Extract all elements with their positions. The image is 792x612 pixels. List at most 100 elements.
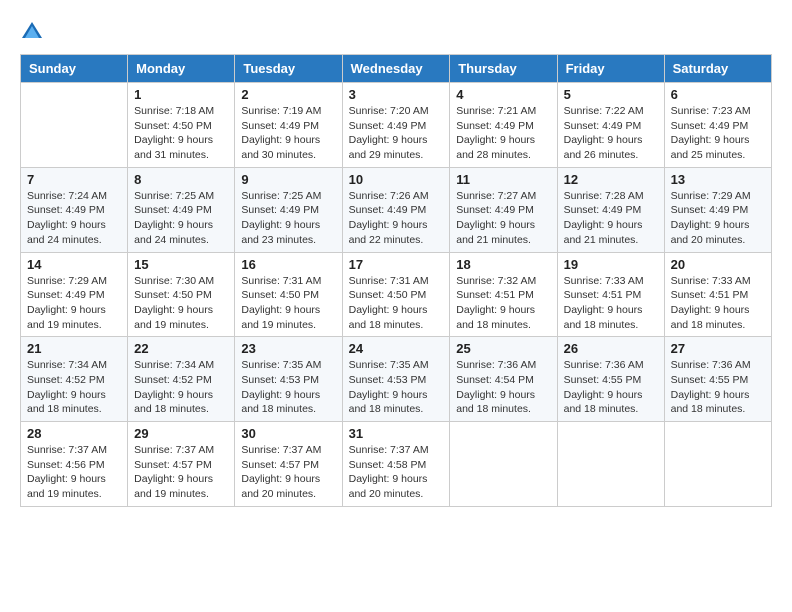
calendar-cell: 30Sunrise: 7:37 AMSunset: 4:57 PMDayligh… xyxy=(235,422,342,507)
day-info: Sunrise: 7:26 AMSunset: 4:49 PMDaylight:… xyxy=(349,189,444,248)
calendar-cell: 12 Sunrise: 7:28 AMSunset: 4:49 PMDayligh… xyxy=(557,167,664,252)
day-number: 15 xyxy=(134,257,228,272)
calendar-header-row: SundayMondayTuesdayWednesdayThursdayFrid… xyxy=(21,55,772,83)
day-number: 22 xyxy=(134,341,228,356)
day-number: 27 xyxy=(671,341,765,356)
calendar-cell: 24 Sunrise: 7:35 AMSunset: 4:53 PMDayligh… xyxy=(342,337,450,422)
calendar-cell: 13 Sunrise: 7:29 AMSunset: 4:49 PMDayligh… xyxy=(664,167,771,252)
day-info: Sunrise: 7:37 AMSunset: 4:56 PMDaylight:… xyxy=(27,443,121,502)
day-number: 13 xyxy=(671,172,765,187)
day-info: Sunrise: 7:33 AMSunset: 4:51 PMDaylight:… xyxy=(671,274,765,333)
calendar-cell: 20 Sunrise: 7:33 AMSunset: 4:51 PMDayligh… xyxy=(664,252,771,337)
calendar-cell xyxy=(557,422,664,507)
day-info: Sunrise: 7:33 AMSunset: 4:51 PMDaylight:… xyxy=(564,274,658,333)
calendar-week-row: 21Sunrise: 7:34 AMSunset: 4:52 PMDayligh… xyxy=(21,337,772,422)
day-number: 28 xyxy=(27,426,121,441)
day-info: Sunrise: 7:27 AMSunset: 4:49 PMDaylight:… xyxy=(456,189,550,248)
calendar-cell: 16 Sunrise: 7:31 AMSunset: 4:50 PMDayligh… xyxy=(235,252,342,337)
weekday-header-tuesday: Tuesday xyxy=(235,55,342,83)
calendar-cell: 26 Sunrise: 7:36 AMSunset: 4:55 PMDayligh… xyxy=(557,337,664,422)
day-info: Sunrise: 7:34 AMSunset: 4:52 PMDaylight:… xyxy=(134,358,228,417)
logo-icon xyxy=(20,20,44,44)
calendar-cell: 8 Sunrise: 7:25 AMSunset: 4:49 PMDaylight… xyxy=(128,167,235,252)
calendar-cell: 15Sunrise: 7:30 AMSunset: 4:50 PMDayligh… xyxy=(128,252,235,337)
logo xyxy=(20,20,48,44)
day-info: Sunrise: 7:37 AMSunset: 4:57 PMDaylight:… xyxy=(134,443,228,502)
day-info: Sunrise: 7:31 AMSunset: 4:50 PMDaylight:… xyxy=(349,274,444,333)
day-number: 11 xyxy=(456,172,550,187)
day-info: Sunrise: 7:35 AMSunset: 4:53 PMDaylight:… xyxy=(241,358,335,417)
calendar-cell xyxy=(664,422,771,507)
calendar-cell: 19 Sunrise: 7:33 AMSunset: 4:51 PMDayligh… xyxy=(557,252,664,337)
day-info: Sunrise: 7:19 AMSunset: 4:49 PMDaylight:… xyxy=(241,104,335,163)
day-info: Sunrise: 7:29 AMSunset: 4:49 PMDaylight:… xyxy=(671,189,765,248)
day-number: 12 xyxy=(564,172,658,187)
calendar-cell: 18 Sunrise: 7:32 AMSunset: 4:51 PMDayligh… xyxy=(450,252,557,337)
calendar-cell: 31 Sunrise: 7:37 AMSunset: 4:58 PMDayligh… xyxy=(342,422,450,507)
day-info: Sunrise: 7:21 AMSunset: 4:49 PMDaylight:… xyxy=(456,104,550,163)
day-number: 23 xyxy=(241,341,335,356)
day-info: Sunrise: 7:24 AMSunset: 4:49 PMDaylight:… xyxy=(27,189,121,248)
day-number: 18 xyxy=(456,257,550,272)
calendar-table: SundayMondayTuesdayWednesdayThursdayFrid… xyxy=(20,54,772,507)
calendar-cell: 25 Sunrise: 7:36 AMSunset: 4:54 PMDayligh… xyxy=(450,337,557,422)
calendar-cell: 4 Sunrise: 7:21 AMSunset: 4:49 PMDaylight… xyxy=(450,83,557,168)
calendar-cell: 27Sunrise: 7:36 AMSunset: 4:55 PMDayligh… xyxy=(664,337,771,422)
day-number: 30 xyxy=(241,426,335,441)
calendar-cell: 29 Sunrise: 7:37 AMSunset: 4:57 PMDayligh… xyxy=(128,422,235,507)
day-number: 6 xyxy=(671,87,765,102)
calendar-cell: 21Sunrise: 7:34 AMSunset: 4:52 PMDayligh… xyxy=(21,337,128,422)
day-number: 1 xyxy=(134,87,228,102)
day-number: 24 xyxy=(349,341,444,356)
day-number: 4 xyxy=(456,87,550,102)
weekday-header-saturday: Saturday xyxy=(664,55,771,83)
day-info: Sunrise: 7:22 AMSunset: 4:49 PMDaylight:… xyxy=(564,104,658,163)
day-info: Sunrise: 7:31 AMSunset: 4:50 PMDaylight:… xyxy=(241,274,335,333)
day-number: 20 xyxy=(671,257,765,272)
day-number: 25 xyxy=(456,341,550,356)
day-info: Sunrise: 7:28 AMSunset: 4:49 PMDaylight:… xyxy=(564,189,658,248)
calendar-cell: 23 Sunrise: 7:35 AMSunset: 4:53 PMDayligh… xyxy=(235,337,342,422)
day-number: 31 xyxy=(349,426,444,441)
day-info: Sunrise: 7:20 AMSunset: 4:49 PMDaylight:… xyxy=(349,104,444,163)
day-info: Sunrise: 7:25 AMSunset: 4:49 PMDaylight:… xyxy=(134,189,228,248)
day-number: 7 xyxy=(27,172,121,187)
calendar-week-row: 28 Sunrise: 7:37 AMSunset: 4:56 PMDayligh… xyxy=(21,422,772,507)
calendar-cell: 1Sunrise: 7:18 AMSunset: 4:50 PMDaylight… xyxy=(128,83,235,168)
day-info: Sunrise: 7:37 AMSunset: 4:58 PMDaylight:… xyxy=(349,443,444,502)
day-number: 26 xyxy=(564,341,658,356)
calendar-cell: 3Sunrise: 7:20 AMSunset: 4:49 PMDaylight… xyxy=(342,83,450,168)
weekday-header-friday: Friday xyxy=(557,55,664,83)
day-info: Sunrise: 7:25 AMSunset: 4:49 PMDaylight:… xyxy=(241,189,335,248)
day-info: Sunrise: 7:36 AMSunset: 4:54 PMDaylight:… xyxy=(456,358,550,417)
day-number: 9 xyxy=(241,172,335,187)
day-number: 16 xyxy=(241,257,335,272)
calendar-cell: 7 Sunrise: 7:24 AMSunset: 4:49 PMDaylight… xyxy=(21,167,128,252)
day-info: Sunrise: 7:36 AMSunset: 4:55 PMDaylight:… xyxy=(564,358,658,417)
weekday-header-thursday: Thursday xyxy=(450,55,557,83)
calendar-cell: 5 Sunrise: 7:22 AMSunset: 4:49 PMDaylight… xyxy=(557,83,664,168)
day-info: Sunrise: 7:34 AMSunset: 4:52 PMDaylight:… xyxy=(27,358,121,417)
calendar-cell: 2Sunrise: 7:19 AMSunset: 4:49 PMDaylight… xyxy=(235,83,342,168)
day-number: 8 xyxy=(134,172,228,187)
calendar-week-row: 7 Sunrise: 7:24 AMSunset: 4:49 PMDaylight… xyxy=(21,167,772,252)
day-number: 10 xyxy=(349,172,444,187)
weekday-header-monday: Monday xyxy=(128,55,235,83)
calendar-cell xyxy=(21,83,128,168)
weekday-header-sunday: Sunday xyxy=(21,55,128,83)
calendar-cell xyxy=(450,422,557,507)
day-number: 14 xyxy=(27,257,121,272)
day-info: Sunrise: 7:32 AMSunset: 4:51 PMDaylight:… xyxy=(456,274,550,333)
day-number: 5 xyxy=(564,87,658,102)
weekday-header-wednesday: Wednesday xyxy=(342,55,450,83)
day-number: 29 xyxy=(134,426,228,441)
calendar-cell: 14Sunrise: 7:29 AMSunset: 4:49 PMDayligh… xyxy=(21,252,128,337)
calendar-cell: 28 Sunrise: 7:37 AMSunset: 4:56 PMDayligh… xyxy=(21,422,128,507)
calendar-cell: 10 Sunrise: 7:26 AMSunset: 4:49 PMDayligh… xyxy=(342,167,450,252)
day-number: 19 xyxy=(564,257,658,272)
calendar-cell: 11 Sunrise: 7:27 AMSunset: 4:49 PMDayligh… xyxy=(450,167,557,252)
day-info: Sunrise: 7:23 AMSunset: 4:49 PMDaylight:… xyxy=(671,104,765,163)
day-number: 17 xyxy=(349,257,444,272)
calendar-cell: 6 Sunrise: 7:23 AMSunset: 4:49 PMDaylight… xyxy=(664,83,771,168)
day-info: Sunrise: 7:35 AMSunset: 4:53 PMDaylight:… xyxy=(349,358,444,417)
